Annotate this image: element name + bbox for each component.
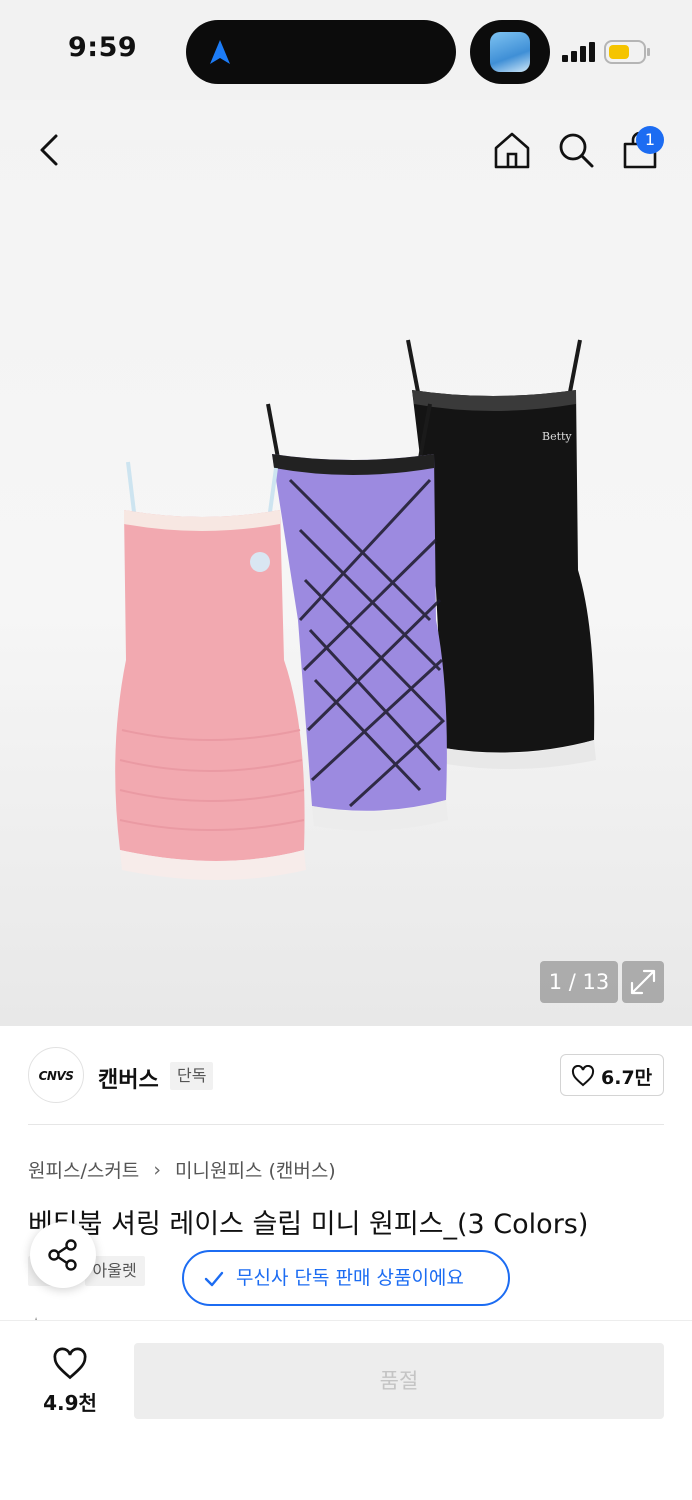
check-icon (204, 1271, 224, 1287)
brand-logo[interactable]: CNVS (28, 1047, 84, 1103)
live-activity (470, 20, 550, 84)
product-photo: Betty (115, 339, 596, 880)
search-icon[interactable] (556, 130, 596, 170)
chevron-right-icon: › (153, 1158, 161, 1181)
wishlist-button[interactable]: 4.9천 (30, 1345, 110, 1425)
signal-icon (562, 42, 595, 62)
battery-icon (604, 40, 650, 64)
breadcrumb: 원피스/스커트 › 미니원피스 (캔버스) (28, 1156, 336, 1183)
dynamic-island (186, 20, 456, 84)
brand-row: CNVS 캔버스 단독 6.7만 (0, 1026, 692, 1126)
heart-icon (53, 1347, 87, 1380)
back-icon[interactable] (30, 130, 70, 170)
wishlist-count: 4.9천 (43, 1391, 97, 1415)
soldout-button[interactable]: 품절 (134, 1343, 664, 1419)
breadcrumb-subcategory[interactable]: 미니원피스 (캔버스) (175, 1160, 336, 1182)
brand-like-button[interactable]: 6.7만 (560, 1054, 664, 1096)
exclusive-toast: 무신사 단독 판매 상품이에요 (182, 1250, 510, 1306)
share-icon (48, 1239, 77, 1271)
share-button[interactable] (30, 1222, 96, 1288)
brand-like-count: 6.7만 (601, 1067, 653, 1089)
image-page-indicator: 1 / 13 (540, 961, 618, 1003)
svg-text:Betty: Betty (542, 430, 572, 443)
brand-exclusive-tag: 단독 (170, 1062, 214, 1090)
toast-text: 무신사 단독 판매 상품이에요 (236, 1267, 464, 1289)
pink-dress (115, 461, 306, 880)
app-icon (490, 32, 530, 72)
bottom-action-bar: 4.9천 품절 (0, 1320, 692, 1500)
product-title: 베티붑 셔링 레이스 슬립 미니 원피스_(3 Colors) (28, 1209, 589, 1240)
divider (28, 1124, 664, 1125)
status-time: 9:59 (68, 32, 138, 63)
top-navigation (0, 110, 692, 190)
home-icon[interactable] (492, 130, 532, 170)
brand-name[interactable]: 캔버스 (98, 1062, 159, 1094)
status-bar: 9:59 (0, 0, 692, 100)
cart-count-badge: 1 (636, 126, 664, 154)
heart-icon (571, 1065, 595, 1087)
expand-icon[interactable] (622, 961, 664, 1003)
breadcrumb-category[interactable]: 원피스/스커트 (28, 1160, 139, 1182)
navigation-arrow-icon (210, 40, 230, 64)
